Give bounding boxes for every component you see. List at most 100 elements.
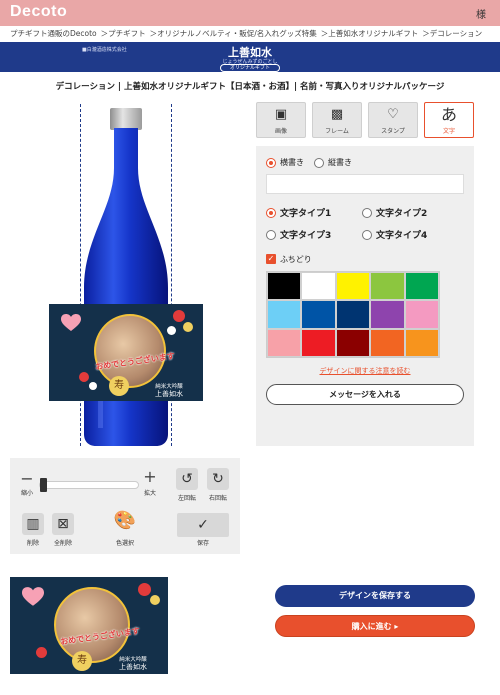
tab-label: スタンプ [381,128,405,135]
couple-photo [54,587,130,663]
palette-icon[interactable]: 🎨 [110,512,140,530]
color-swatch[interactable] [267,328,302,357]
save-design-button[interactable]: デザインを保存する [275,585,475,607]
image-icon: ▣ [274,107,288,122]
tab-label: 画像 [274,128,287,135]
rotate-right-label: 右回転 [208,495,227,502]
zoom-out-icon[interactable]: − [19,470,35,488]
zoom-slider-handle[interactable] [40,478,47,492]
tab-image[interactable]: ▣ 画像 [256,102,306,138]
label-product-text: 純米大吟醸 上善如水 [139,384,199,398]
radio-button[interactable] [266,229,276,240]
color-swatch[interactable] [267,272,302,301]
delete-label: 削除 [26,540,39,547]
heart-icon: ♡ [387,107,399,122]
color-swatch[interactable] [404,300,439,329]
decoration-tabs: ▣ 画像 ▩ フレーム ♡ スタンプ あ 文字 [256,102,474,138]
color-swatch[interactable] [404,272,439,301]
heart-stamp[interactable] [61,314,81,332]
preview-product-name: 上善如水 [119,663,147,671]
font-type-3-label: 文字タイプ3 [280,231,332,241]
color-swatch[interactable] [267,300,302,329]
heart-stamp [22,587,44,606]
tab-frame[interactable]: ▩ フレーム [312,102,362,138]
kotobuki-stamp[interactable]: 寿 [109,376,129,396]
outline-checkbox-label: ふちどり [280,255,312,264]
radio-button-selected[interactable] [266,207,276,218]
radio-button-selected[interactable] [266,157,276,168]
brand-badge: オリジナルギフト [220,64,280,72]
page-title: デコレーション | 上善如水オリジナルギフト【日本酒・お酒】| 名前・写真入りオ… [55,82,445,92]
font-type-2-label: 文字タイプ2 [376,209,428,219]
font-type-2-option[interactable]: 文字タイプ2 [362,206,427,219]
breadcrumb-item-decoration: ＞デコレーション [422,29,483,38]
orientation-horizontal-label: 横書き [280,158,304,167]
breadcrumb-item-home[interactable]: プチギフト通販のDecoto [10,28,97,42]
preview-kotobuki: 寿 [72,651,92,671]
flower-decoration [183,322,193,332]
color-swatch[interactable] [335,328,371,357]
couple-photo[interactable] [94,314,166,388]
delete-all-label: 全削除 [53,540,72,547]
color-swatch[interactable] [335,300,371,329]
bottle-cap [110,108,142,130]
tab-label: フレーム [325,128,349,135]
rotate-left-icon[interactable]: ↺ [176,468,198,490]
flower-decoration [89,382,97,390]
color-swatch[interactable] [335,272,371,301]
tab-label: 文字 [442,128,455,135]
breadcrumb-item-jozen-gift[interactable]: ＞上善如水オリジナルギフト [321,28,419,42]
zoom-slider-track[interactable] [39,481,139,489]
zoom-out-label: 縮小 [20,490,33,497]
tab-stamp[interactable]: ♡ スタンプ [368,102,418,138]
delete-all-icon[interactable]: ⊠ [52,513,74,535]
insert-message-button[interactable]: メッセージを入れる [266,384,464,405]
color-swatch[interactable] [301,272,336,301]
design-notice-link[interactable]: デザインに関する注意を読む [266,366,464,376]
flower-decoration [173,310,185,322]
orientation-vertical-option[interactable]: 縦書き [314,157,352,168]
proceed-to-purchase-button[interactable]: 購入に進む ▸ [275,615,475,637]
rotate-left-label: 左回転 [177,495,196,502]
color-swatch[interactable] [370,272,405,301]
flower-decoration [150,595,160,605]
radio-button[interactable] [362,229,372,240]
bottle-label[interactable]: おめでとうございます 寿 純米大吟醸 上善如水 [49,304,203,401]
check-icon[interactable]: ✓ [177,513,229,537]
color-swatch[interactable] [370,328,405,357]
user-honorific: 様 [476,10,486,21]
rotate-right-icon[interactable]: ↻ [207,468,229,490]
font-type-4-option[interactable]: 文字タイプ4 [362,228,427,241]
flower-decoration [138,583,151,596]
radio-button[interactable] [314,157,324,168]
color-swatch[interactable] [370,300,405,329]
tab-text[interactable]: あ 文字 [424,102,474,138]
color-swatch[interactable] [301,300,336,329]
breadcrumb-item-petit-gift[interactable]: ＞プチギフト [101,28,146,42]
color-select-label: 色選択 [115,540,134,547]
flower-decoration [167,326,176,335]
text-icon: あ [440,105,457,124]
trash-icon[interactable]: ▥ [22,513,44,535]
brand-banner: ■白瀧酒造株式会社 上善如水 じょうぜんみずのごとし オリジナルギフト [0,42,500,72]
outline-checkbox[interactable]: ✓ [266,254,276,264]
font-type-4-label: 文字タイプ4 [376,231,428,241]
zoom-in-label: 拡大 [143,490,156,497]
breadcrumb-item-novelty[interactable]: ＞オリジナルノベルティ・販促/名入れグッズ特集 [150,28,317,42]
orientation-vertical-label: 縦書き [328,158,352,167]
color-swatch[interactable] [301,328,336,357]
font-type-1-option[interactable]: 文字タイプ1 [266,206,331,219]
zoom-in-icon[interactable]: + [142,468,158,486]
message-text-input[interactable] [266,174,464,194]
radio-button[interactable] [362,207,372,218]
frame-icon: ▩ [330,107,344,122]
orientation-horizontal-option[interactable]: 横書き [266,157,304,168]
save-label: 保存 [196,540,209,547]
color-swatch[interactable] [404,328,439,357]
label-product-name: 上善如水 [155,390,183,398]
font-type-1-label: 文字タイプ1 [280,209,332,219]
site-logo[interactable]: Decoto [10,3,67,21]
top-bar: Decoto 様 [0,0,500,26]
font-type-3-option[interactable]: 文字タイプ3 [266,228,331,241]
flower-decoration [36,647,47,658]
